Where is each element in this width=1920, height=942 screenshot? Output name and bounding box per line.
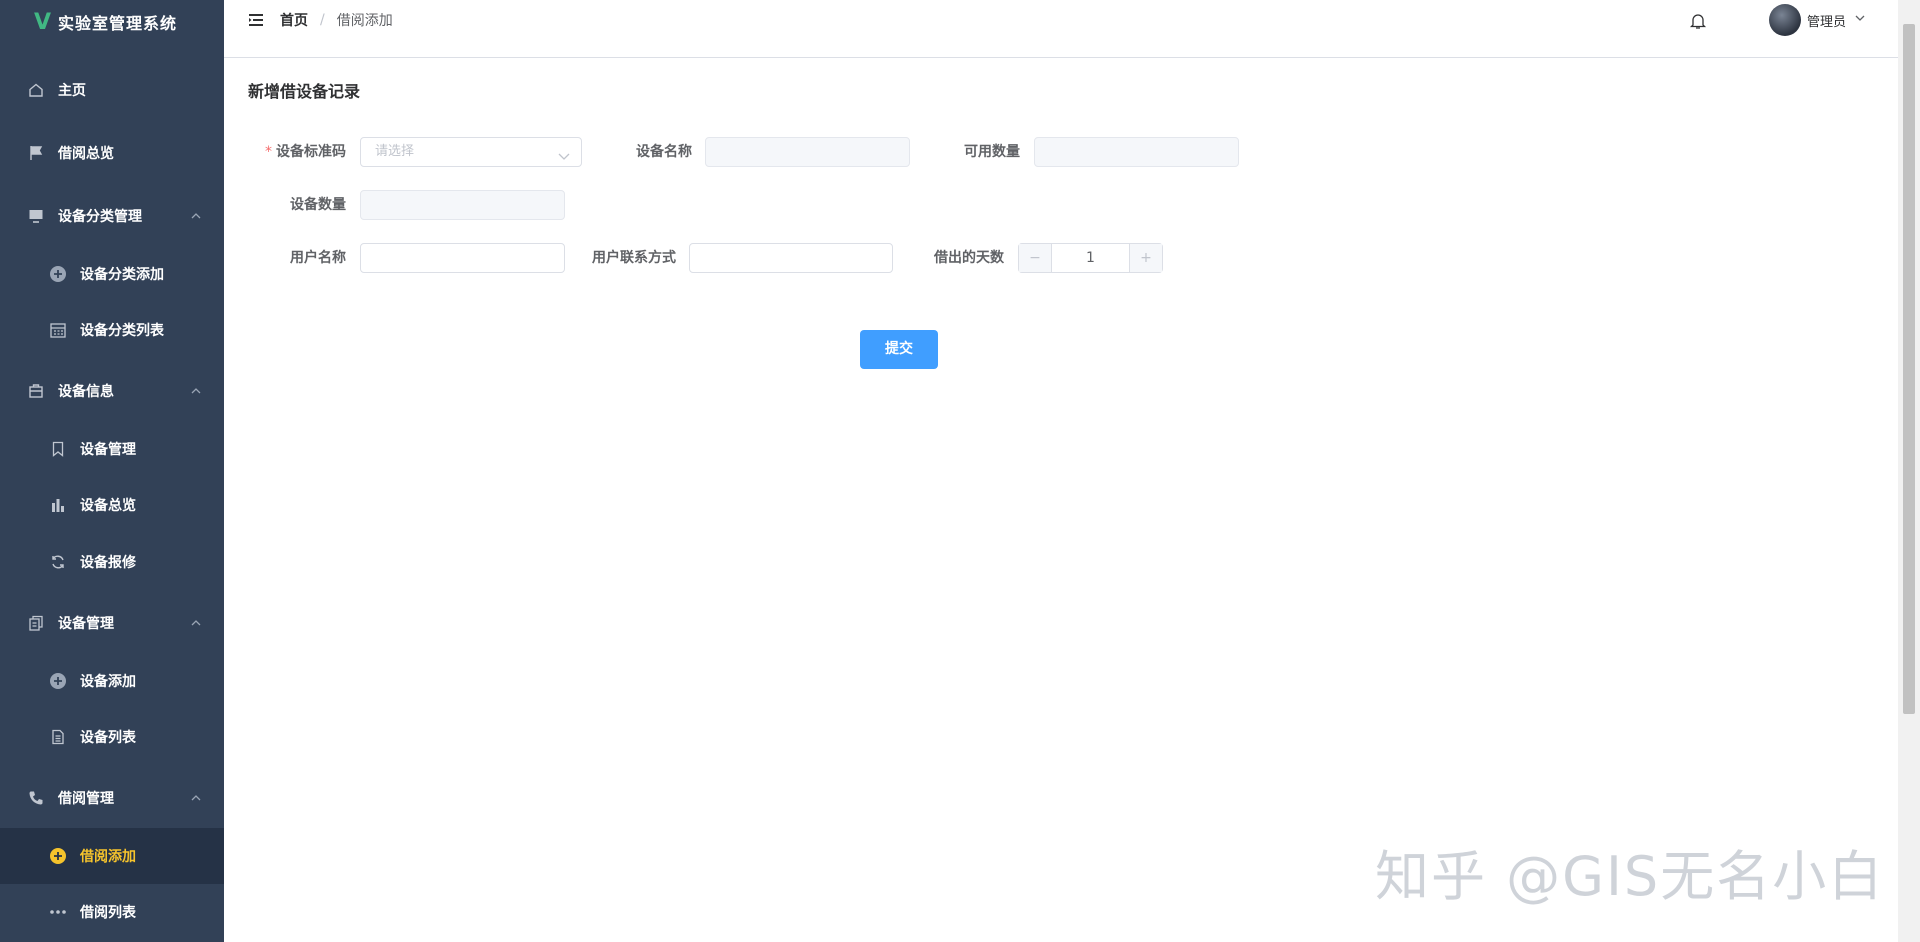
- field-label-code: * 设备标准码: [265, 144, 346, 160]
- sidebar-item-label: 设备分类列表: [80, 323, 164, 339]
- field-label-quantity: 设备数量: [290, 197, 346, 213]
- breadcrumb-current: 借阅添加: [336, 13, 393, 29]
- sidebar-item-device-management-group[interactable]: 设备管理: [0, 595, 224, 651]
- calendar-icon: [48, 320, 68, 340]
- user-name: 管理员: [1807, 14, 1847, 30]
- refresh-icon: [48, 552, 68, 572]
- sidebar-item-category-add[interactable]: 设备分类添加: [0, 246, 224, 302]
- sidebar-item-device-list[interactable]: 设备列表: [0, 709, 224, 765]
- field-label-name: 设备名称: [636, 144, 692, 160]
- user-menu[interactable]: 管理员: [1769, 4, 1866, 36]
- flag-icon: [26, 143, 46, 163]
- sidebar-item-device-overview[interactable]: 设备总览: [0, 477, 224, 533]
- scrollbar-thumb[interactable]: [1903, 24, 1915, 714]
- sidebar-item-label: 设备分类添加: [80, 267, 164, 283]
- breadcrumb-separator: /: [320, 12, 325, 28]
- sidebar-item-borrow-overview[interactable]: 借阅总览: [0, 125, 224, 181]
- username-field[interactable]: [360, 243, 565, 273]
- sidebar-item-device-repair[interactable]: 设备报修: [0, 534, 224, 590]
- sidebar-item-label: 设备分类管理: [58, 209, 142, 225]
- chevron-up-icon: [190, 792, 202, 808]
- sidebar-item-category-list[interactable]: 设备分类列表: [0, 302, 224, 358]
- days-stepper[interactable]: − 1 +: [1018, 243, 1163, 273]
- chevron-up-icon: [190, 210, 202, 226]
- app-logo[interactable]: V 实验室管理系统: [0, 0, 224, 44]
- days-value[interactable]: 1: [1052, 244, 1129, 272]
- device-code-select[interactable]: 请选择: [360, 137, 582, 167]
- circle-plus-icon: [48, 264, 68, 284]
- sidebar-item-borrow-management[interactable]: 借阅管理: [0, 770, 224, 826]
- chevron-down-icon: [557, 146, 571, 174]
- page-title: 新增借设备记录: [248, 82, 361, 101]
- select-placeholder: 请选择: [375, 144, 415, 159]
- app-title: 实验室管理系统: [58, 14, 178, 33]
- watermark: 知乎 @GIS无名小白: [1375, 845, 1885, 908]
- page-scrollbar[interactable]: [1898, 0, 1920, 942]
- sidebar-item-label: 借阅列表: [80, 905, 136, 921]
- bar-chart-icon: [48, 495, 68, 515]
- chevron-up-icon: [190, 617, 202, 633]
- breadcrumb: 首页 / 借阅添加: [280, 10, 393, 30]
- submit-button[interactable]: 提交: [860, 330, 938, 369]
- sidebar-item-device-management[interactable]: 设备管理: [0, 421, 224, 477]
- sidebar-item-label: 主页: [58, 83, 86, 99]
- required-asterisk: *: [265, 144, 272, 160]
- breadcrumb-home[interactable]: 首页: [280, 10, 308, 30]
- sidebar-item-label: 借阅管理: [58, 791, 114, 807]
- sidebar-item-label: 设备管理: [80, 442, 136, 458]
- menu-toggle-icon[interactable]: [248, 12, 264, 32]
- sidebar-item-label: 设备信息: [58, 384, 114, 400]
- sidebar-item-device-info[interactable]: 设备信息: [0, 363, 224, 419]
- sidebar-item-label: 借阅添加: [80, 849, 136, 865]
- chevron-up-icon: [190, 385, 202, 401]
- avatar[interactable]: [1769, 4, 1801, 36]
- field-label-available: 可用数量: [964, 144, 1020, 160]
- phone-icon: [26, 788, 46, 808]
- field-label-contact: 用户联系方式: [592, 250, 676, 266]
- vue-logo-icon: V: [34, 9, 53, 35]
- sidebar: V 实验室管理系统 主页 借阅总览 设备分类管理 设备分类添加 设备分类列表 设…: [0, 0, 224, 942]
- home-icon: [26, 80, 46, 100]
- device-name-field: [705, 137, 910, 167]
- sidebar-item-borrow-add[interactable]: 借阅添加: [0, 828, 224, 884]
- decrement-button[interactable]: −: [1019, 244, 1052, 272]
- monitor-icon: [26, 206, 46, 226]
- contact-field[interactable]: [689, 243, 893, 273]
- sidebar-item-label: 借阅总览: [58, 146, 114, 162]
- sidebar-item-category-management[interactable]: 设备分类管理: [0, 188, 224, 244]
- available-quantity-field: [1034, 137, 1239, 167]
- chevron-down-icon: [1854, 12, 1866, 28]
- briefcase-icon: [26, 381, 46, 401]
- sidebar-item-borrow-list[interactable]: 借阅列表: [0, 884, 224, 940]
- circle-plus-icon: [48, 846, 68, 866]
- field-label-days: 借出的天数: [934, 250, 1004, 266]
- document-icon: [48, 727, 68, 747]
- sidebar-item-device-add[interactable]: 设备添加: [0, 653, 224, 709]
- circle-plus-icon: [48, 671, 68, 691]
- sidebar-item-label: 设备列表: [80, 730, 136, 746]
- increment-button[interactable]: +: [1129, 244, 1162, 272]
- sidebar-item-home[interactable]: 主页: [0, 62, 224, 118]
- copy-document-icon: [26, 613, 46, 633]
- device-quantity-field: [360, 190, 565, 220]
- bell-icon[interactable]: [1689, 12, 1707, 34]
- bookmark-icon: [48, 439, 68, 459]
- sidebar-item-label: 设备添加: [80, 674, 136, 690]
- sidebar-item-label: 设备管理: [58, 616, 114, 632]
- more-icon: [48, 902, 68, 922]
- top-header: 首页 / 借阅添加 管理员: [224, 0, 1900, 58]
- sidebar-item-label: 设备总览: [80, 498, 136, 514]
- sidebar-item-label: 设备报修: [80, 555, 136, 571]
- field-label-username: 用户名称: [290, 250, 346, 266]
